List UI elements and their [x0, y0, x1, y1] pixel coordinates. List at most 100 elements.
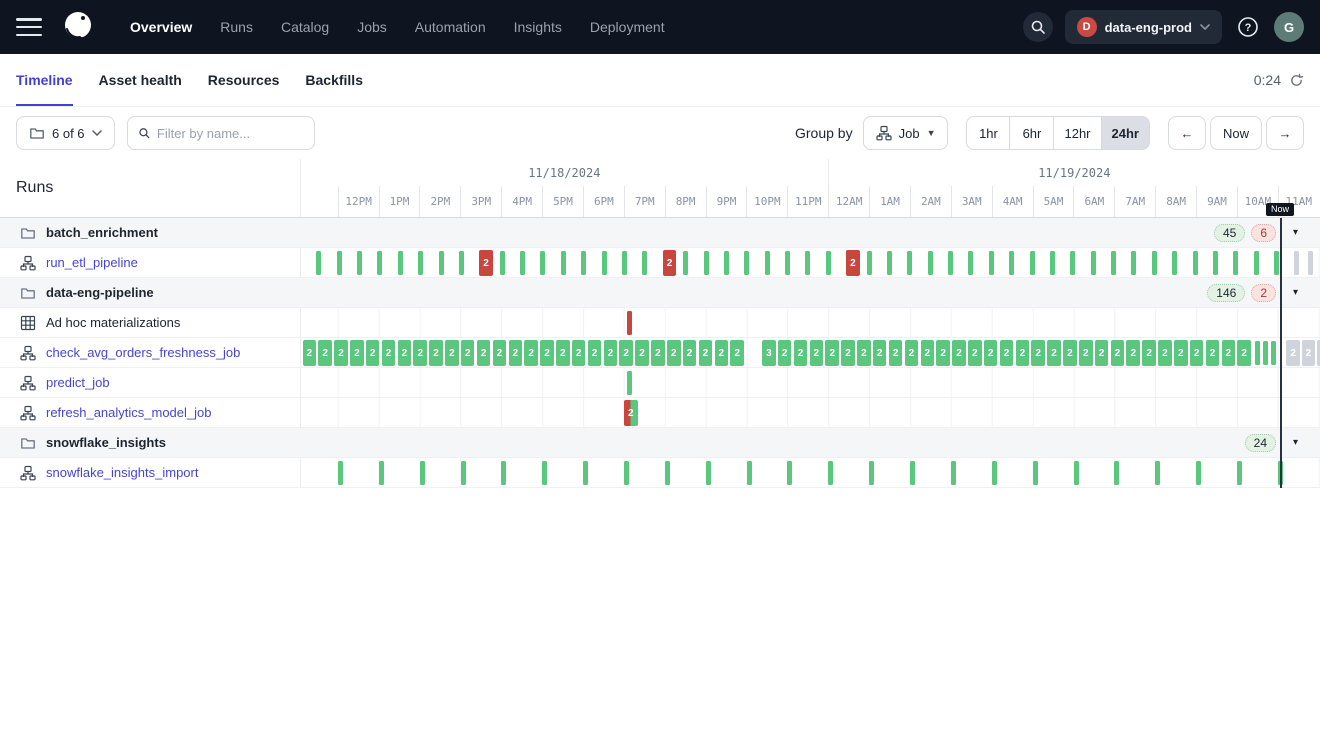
range-button-1hr[interactable]: 1hr: [966, 116, 1010, 150]
run-marker[interactable]: [540, 251, 545, 275]
run-marker[interactable]: [1255, 341, 1260, 365]
range-button-6hr[interactable]: 6hr: [1010, 116, 1054, 150]
tab-backfills[interactable]: Backfills: [305, 54, 363, 106]
run-marker[interactable]: 2: [1286, 340, 1300, 366]
run-marker[interactable]: 2: [794, 340, 808, 366]
run-marker[interactable]: [968, 251, 973, 275]
name-filter-field[interactable]: [127, 116, 315, 150]
run-marker[interactable]: [500, 251, 505, 275]
run-marker[interactable]: [642, 251, 647, 275]
run-marker[interactable]: 2: [889, 340, 903, 366]
run-marker[interactable]: [357, 251, 362, 275]
run-marker[interactable]: 2: [936, 340, 950, 366]
run-marker[interactable]: 2: [984, 340, 998, 366]
run-marker[interactable]: 2: [429, 340, 443, 366]
expand-caret-icon[interactable]: ▾: [1293, 227, 1298, 238]
range-button-12hr[interactable]: 12hr: [1054, 116, 1101, 150]
run-marker[interactable]: 2: [624, 400, 638, 426]
run-marker[interactable]: [1131, 251, 1136, 275]
run-marker[interactable]: [377, 251, 382, 275]
refresh-icon[interactable]: [1289, 73, 1304, 88]
run-marker[interactable]: [1070, 251, 1075, 275]
run-marker[interactable]: 2: [1016, 340, 1030, 366]
run-marker[interactable]: 2: [952, 340, 966, 366]
run-marker[interactable]: [1193, 251, 1198, 275]
run-marker[interactable]: [867, 251, 872, 275]
run-marker[interactable]: 2: [398, 340, 412, 366]
run-marker[interactable]: 2: [619, 340, 633, 366]
run-marker[interactable]: [706, 461, 711, 485]
help-icon[interactable]: ?: [1234, 13, 1262, 41]
run-marker[interactable]: [622, 251, 627, 275]
run-marker[interactable]: [1009, 251, 1014, 275]
group-by-select[interactable]: Job ▼: [863, 116, 949, 150]
nav-item-deployment[interactable]: Deployment: [578, 11, 677, 43]
run-marker[interactable]: [1274, 251, 1279, 275]
run-marker[interactable]: 2: [857, 340, 871, 366]
run-marker[interactable]: [1050, 251, 1055, 275]
run-marker[interactable]: [418, 251, 423, 275]
run-marker[interactable]: 2: [667, 340, 681, 366]
nav-item-insights[interactable]: Insights: [502, 11, 574, 43]
run-marker[interactable]: [951, 461, 956, 485]
run-marker[interactable]: [1091, 251, 1096, 275]
run-marker[interactable]: 2: [366, 340, 380, 366]
run-marker[interactable]: 2: [334, 340, 348, 366]
job-link[interactable]: run_etl_pipeline: [46, 255, 138, 270]
run-marker[interactable]: 2: [841, 340, 855, 366]
run-marker[interactable]: [1308, 251, 1313, 275]
run-marker[interactable]: 2: [683, 340, 697, 366]
tab-resources[interactable]: Resources: [208, 54, 280, 106]
run-marker[interactable]: 2: [303, 340, 317, 366]
run-marker[interactable]: [747, 461, 752, 485]
group-row-batch_enrichment[interactable]: batch_enrichment456▾: [0, 218, 1320, 248]
hamburger-menu-icon[interactable]: [16, 18, 42, 36]
run-marker[interactable]: [1233, 251, 1238, 275]
run-marker[interactable]: 2: [1079, 340, 1093, 366]
run-marker[interactable]: 2: [1126, 340, 1140, 366]
run-marker[interactable]: [704, 251, 709, 275]
nav-item-overview[interactable]: Overview: [118, 11, 204, 43]
run-marker[interactable]: [828, 461, 833, 485]
run-marker[interactable]: [1155, 461, 1160, 485]
run-marker[interactable]: [459, 251, 464, 275]
run-marker[interactable]: [910, 461, 915, 485]
job-link[interactable]: predict_job: [46, 375, 110, 390]
run-marker[interactable]: 2: [699, 340, 713, 366]
run-marker[interactable]: [583, 461, 588, 485]
run-marker[interactable]: [1033, 461, 1038, 485]
run-marker[interactable]: 2: [730, 340, 744, 366]
run-marker[interactable]: 2: [461, 340, 475, 366]
run-marker[interactable]: [520, 251, 525, 275]
run-marker[interactable]: [338, 461, 343, 485]
timeline-now-button[interactable]: Now: [1210, 116, 1262, 150]
run-marker[interactable]: [1213, 251, 1218, 275]
name-filter-input[interactable]: [157, 126, 304, 141]
run-marker[interactable]: [501, 461, 506, 485]
run-marker[interactable]: [765, 251, 770, 275]
run-marker[interactable]: 2: [524, 340, 538, 366]
expand-caret-icon[interactable]: ▾: [1293, 437, 1298, 448]
run-marker[interactable]: 2: [479, 250, 493, 276]
run-marker[interactable]: 2: [873, 340, 887, 366]
run-marker[interactable]: [1294, 251, 1299, 275]
run-marker[interactable]: 2: [1302, 340, 1316, 366]
run-marker[interactable]: 2: [1190, 340, 1204, 366]
run-marker[interactable]: [665, 461, 670, 485]
run-marker[interactable]: 2: [1095, 340, 1109, 366]
run-marker[interactable]: 2: [1237, 340, 1251, 366]
run-marker[interactable]: 2: [905, 340, 919, 366]
run-marker[interactable]: 2: [921, 340, 935, 366]
run-marker[interactable]: [785, 251, 790, 275]
range-button-24hr[interactable]: 24hr: [1102, 116, 1150, 150]
run-marker[interactable]: [542, 461, 547, 485]
run-marker[interactable]: [724, 251, 729, 275]
run-marker[interactable]: 2: [318, 340, 332, 366]
run-marker[interactable]: 2: [778, 340, 792, 366]
job-link[interactable]: check_avg_orders_freshness_job: [46, 345, 240, 360]
expand-caret-icon[interactable]: ▾: [1293, 287, 1298, 298]
run-marker[interactable]: [561, 251, 566, 275]
run-marker[interactable]: 2: [651, 340, 665, 366]
run-marker[interactable]: 2: [1000, 340, 1014, 366]
run-marker[interactable]: 2: [350, 340, 364, 366]
